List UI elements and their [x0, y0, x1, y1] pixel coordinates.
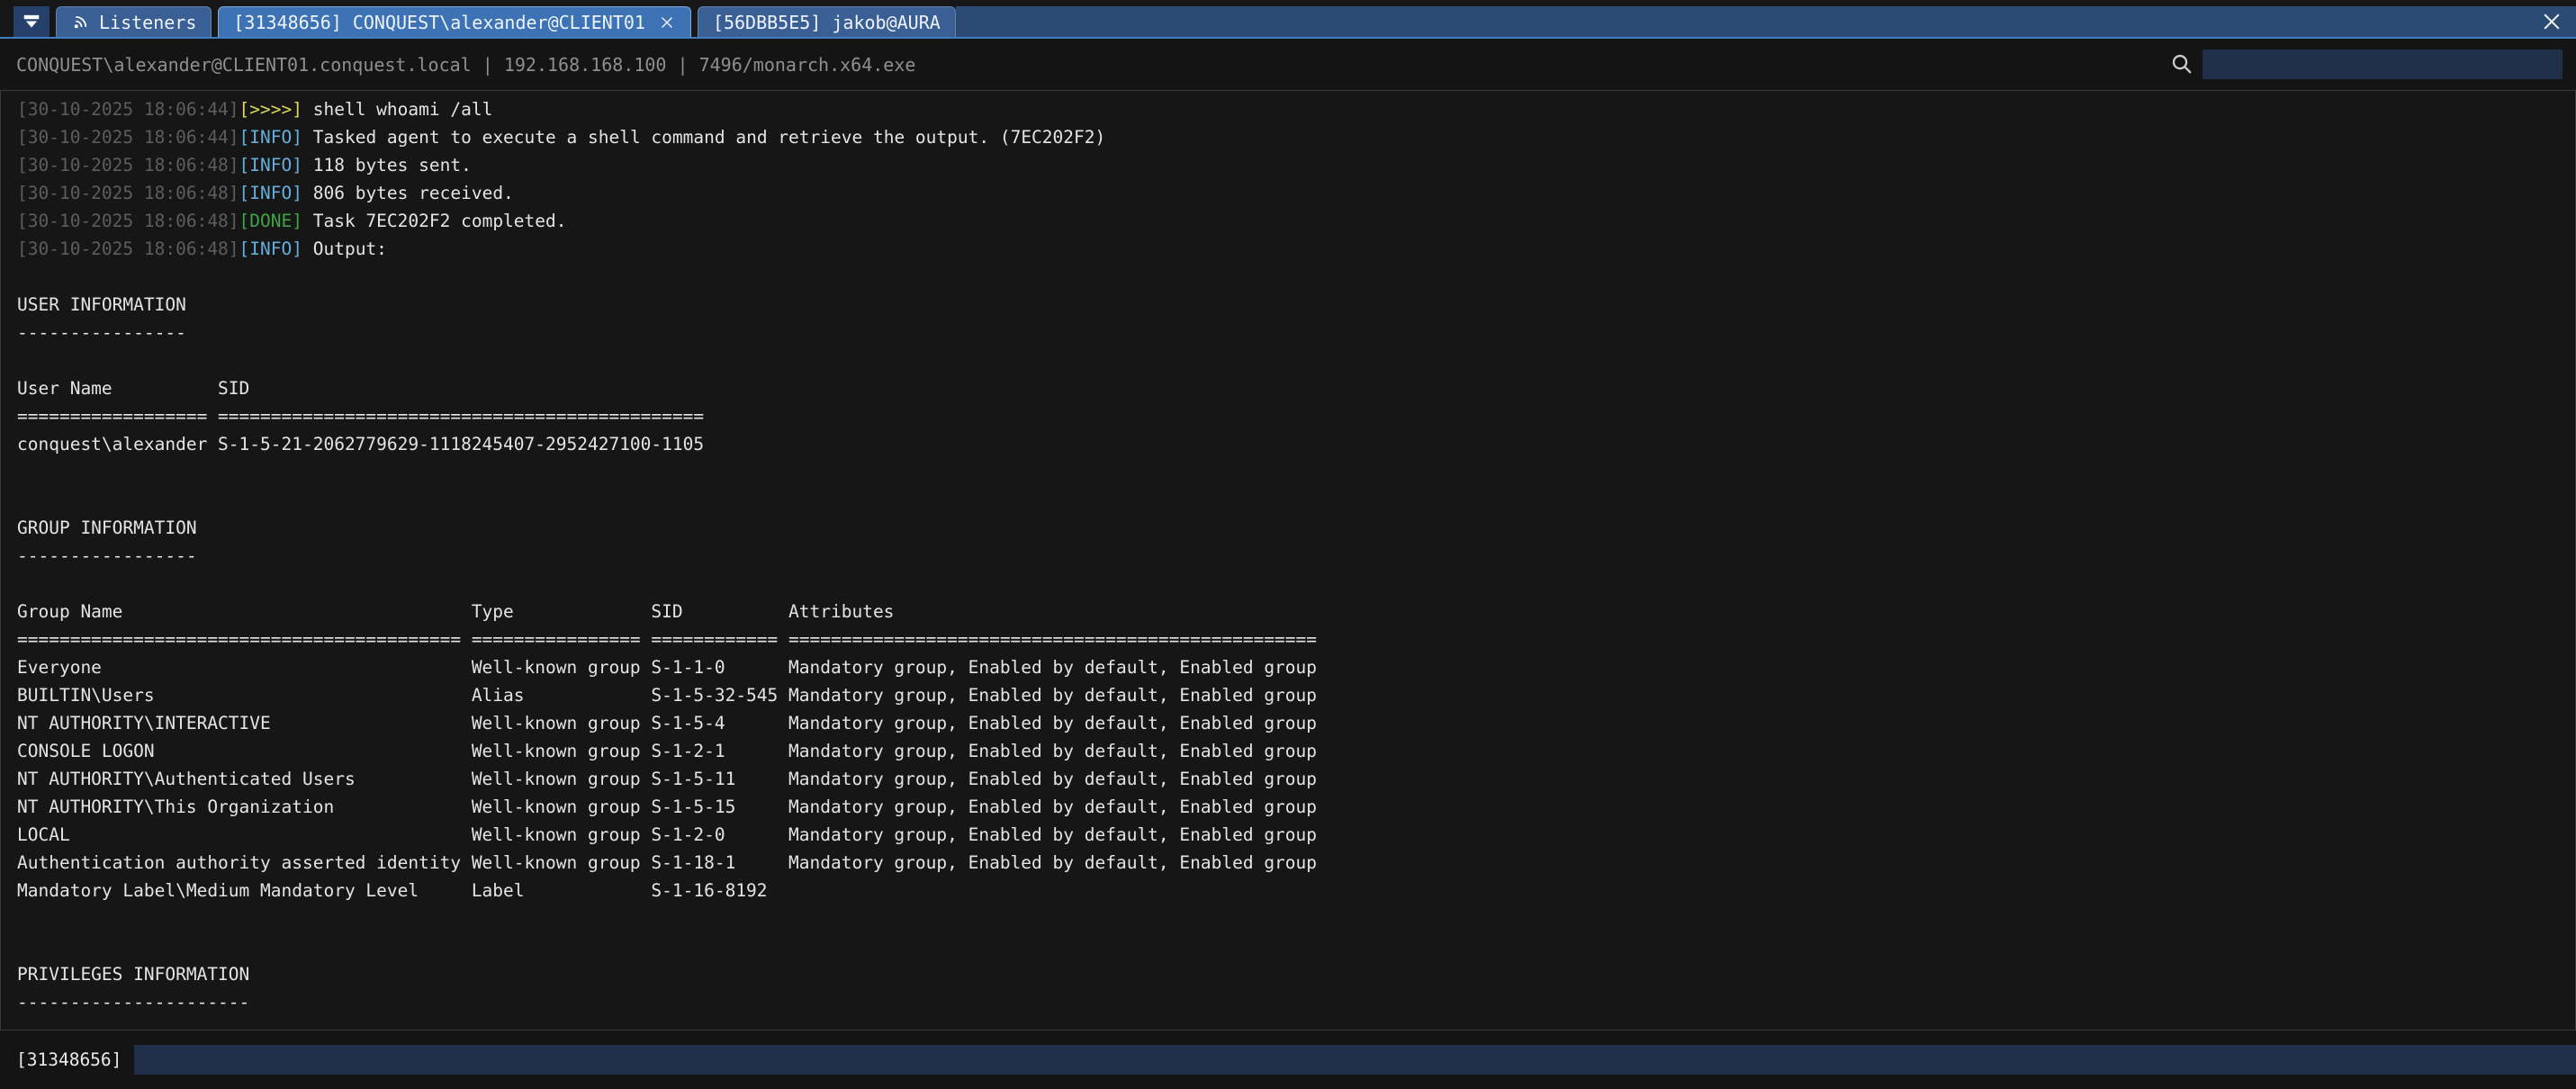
log-line: [30-10-2025 18:06:48][INFO] 806 bytes re… — [17, 179, 2564, 207]
log-line: [30-10-2025 18:06:48][INFO] Output: — [17, 235, 2564, 263]
log-line: [30-10-2025 18:06:48][DONE] Task 7EC202F… — [17, 207, 2564, 235]
command-input[interactable] — [134, 1045, 2576, 1075]
tab-agent-56dbb5e5[interactable]: [56DBB5E5] jakob@AURA — [698, 6, 956, 37]
log-line: [30-10-2025 18:06:44][>>>>] shell whoami… — [17, 95, 2564, 123]
window-close-button[interactable] — [2540, 10, 2563, 33]
tab-label: Listeners — [99, 12, 196, 33]
search-icon[interactable] — [2170, 52, 2194, 76]
filter-icon — [22, 12, 41, 32]
prompt-label: [31348656] — [16, 1049, 122, 1070]
agent-info: CONQUEST\alexander@CLIENT01.conquest.loc… — [16, 54, 915, 76]
search-input[interactable] — [2202, 50, 2562, 79]
titlebar-fill — [956, 6, 2576, 37]
tab-bar: Listeners [31348656] CONQUEST\alexander@C… — [0, 0, 2576, 39]
tab-label: [31348656] CONQUEST\alexander@CLIENT01 — [233, 12, 645, 33]
search-area — [2170, 50, 2562, 79]
command-output: USER INFORMATION ---------------- User N… — [17, 263, 2564, 1016]
broadcast-icon — [71, 13, 90, 32]
log-line: [30-10-2025 18:06:48][INFO] 118 bytes se… — [17, 151, 2564, 179]
tab-listeners[interactable]: Listeners — [56, 6, 212, 37]
task-log: [30-10-2025 18:06:44][>>>>] shell whoami… — [17, 95, 2564, 263]
close-icon — [2540, 10, 2563, 33]
log-line: [30-10-2025 18:06:44][INFO] Tasked agent… — [17, 123, 2564, 151]
filter-button[interactable] — [14, 6, 50, 37]
tab-close-icon[interactable] — [658, 14, 676, 32]
tab-label: [56DBB5E5] jakob@AURA — [713, 12, 941, 33]
command-prompt-row: [31348656] — [0, 1030, 2576, 1089]
agent-header: CONQUEST\alexander@CLIENT01.conquest.loc… — [0, 39, 2576, 90]
console-output-area[interactable]: [30-10-2025 18:06:44][>>>>] shell whoami… — [0, 90, 2576, 1030]
tab-list: Listeners [31348656] CONQUEST\alexander@C… — [50, 6, 956, 37]
tab-agent-31348656[interactable]: [31348656] CONQUEST\alexander@CLIENT01 — [218, 6, 691, 37]
